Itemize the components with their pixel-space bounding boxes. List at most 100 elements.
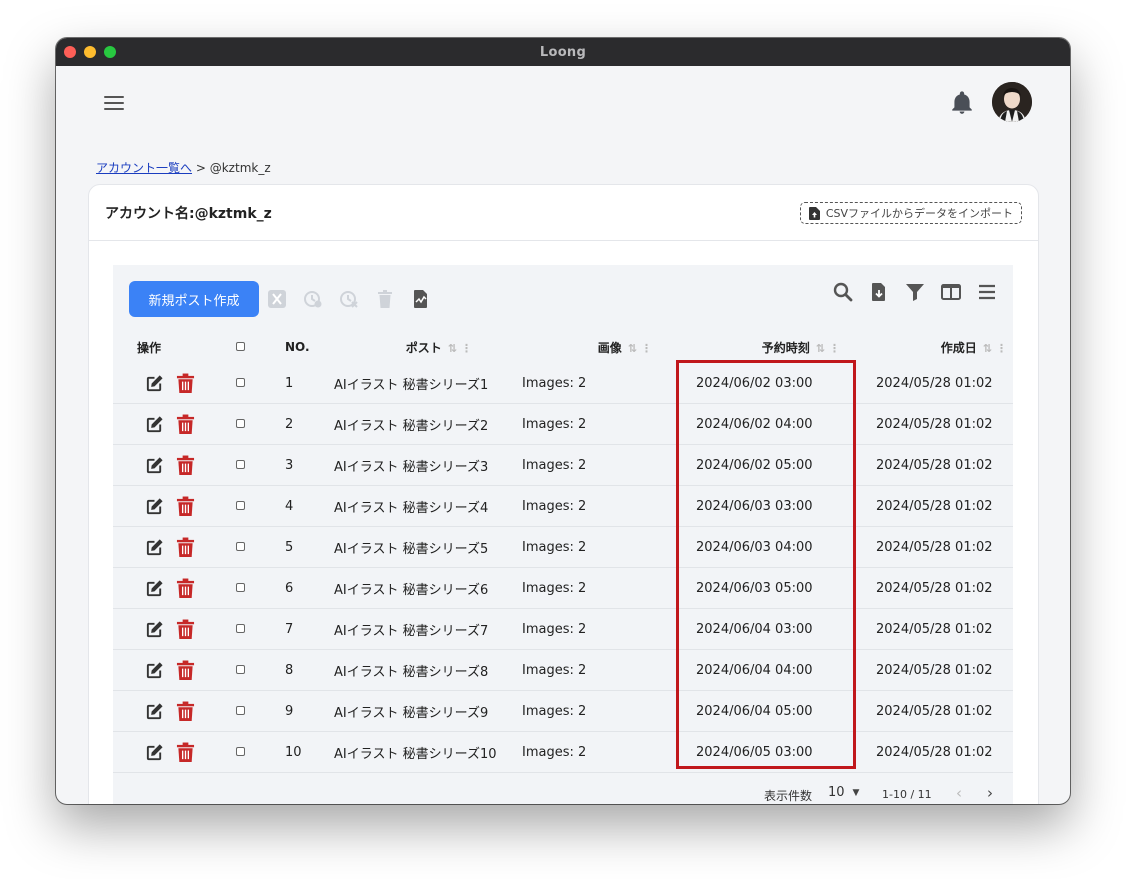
delete-icon[interactable] — [176, 578, 195, 599]
columns-icon[interactable] — [941, 282, 961, 302]
delete-icon[interactable] — [176, 660, 195, 681]
row-post: AIイラスト 秘書シリーズ6 — [326, 567, 512, 609]
table-row[interactable]: 3 AIイラスト 秘書シリーズ3 Images: 2 2024/06/02 05… — [113, 444, 1013, 486]
column-menu-icon[interactable]: ⋮ — [461, 342, 472, 355]
col-header-post[interactable]: ポスト ⇅ ⋮ — [326, 331, 512, 363]
row-image: Images: 2 — [512, 608, 672, 650]
row-checkbox[interactable] — [236, 705, 245, 715]
row-post: AIイラスト 秘書シリーズ8 — [326, 649, 512, 691]
row-post: AIイラスト 秘書シリーズ9 — [326, 690, 512, 732]
row-select-cell — [216, 731, 276, 773]
column-menu-icon[interactable]: ⋮ — [996, 342, 1007, 355]
delete-icon[interactable] — [176, 455, 195, 476]
table-row[interactable]: 7 AIイラスト 秘書シリーズ7 Images: 2 2024/06/04 03… — [113, 608, 1013, 650]
delete-icon[interactable] — [176, 496, 195, 517]
row-select-cell — [216, 485, 276, 527]
delete-icon[interactable] — [176, 701, 195, 722]
table-row[interactable]: 9 AIイラスト 秘書シリーズ9 Images: 2 2024/06/04 05… — [113, 690, 1013, 732]
row-checkbox[interactable] — [236, 418, 245, 428]
trash-icon[interactable] — [375, 289, 395, 309]
col-header-ops-label: 操作 — [137, 340, 162, 355]
breadcrumb-link-accounts[interactable]: アカウント一覧へ — [96, 161, 192, 175]
row-checkbox[interactable] — [236, 623, 245, 633]
menu-lines-icon[interactable] — [977, 282, 997, 302]
table-row[interactable]: 1 AIイラスト 秘書シリーズ1 Images: 2 2024/06/02 03… — [113, 363, 1013, 404]
table-row[interactable]: 5 AIイラスト 秘書シリーズ5 Images: 2 2024/06/03 04… — [113, 526, 1013, 568]
next-page-button[interactable]: › — [987, 784, 993, 802]
sort-icon[interactable]: ⇅ — [628, 342, 637, 355]
col-header-created[interactable]: 作成日 ⇅ ⋮ — [862, 331, 1013, 363]
delete-icon[interactable] — [176, 742, 195, 763]
edit-icon[interactable] — [145, 620, 164, 639]
edit-icon[interactable] — [145, 374, 164, 393]
rows-per-page-select[interactable]: 10 ▼ — [828, 785, 859, 800]
breadcrumb: アカウント一覧へ > @kztmk_z — [96, 159, 271, 176]
edit-icon[interactable] — [145, 497, 164, 516]
row-checkbox[interactable] — [236, 541, 245, 551]
new-post-button[interactable]: 新規ポスト作成 — [129, 281, 259, 317]
table-row[interactable]: 6 AIイラスト 秘書シリーズ6 Images: 2 2024/06/03 05… — [113, 567, 1013, 609]
col-header-no[interactable]: NO. — [276, 331, 326, 363]
row-checkbox[interactable] — [236, 664, 245, 674]
table-row[interactable]: 8 AIイラスト 秘書シリーズ8 Images: 2 2024/06/04 04… — [113, 649, 1013, 691]
file-chart-icon[interactable] — [411, 289, 431, 309]
account-title: アカウント名:@kztmk_z — [105, 205, 272, 222]
breadcrumb-current: @kztmk_z — [209, 161, 271, 175]
row-image: Images: 2 — [512, 567, 672, 609]
edit-icon[interactable] — [145, 579, 164, 598]
zoom-window-button[interactable] — [104, 46, 116, 58]
column-menu-icon[interactable]: ⋮ — [641, 342, 652, 355]
row-created: 2024/05/28 01:02 — [862, 526, 1013, 568]
clock-check-icon[interactable] — [303, 289, 323, 309]
column-menu-icon[interactable]: ⋮ — [829, 342, 840, 355]
delete-icon[interactable] — [176, 414, 195, 435]
bell-icon[interactable] — [949, 90, 975, 116]
row-checkbox[interactable] — [236, 582, 245, 592]
close-window-button[interactable] — [64, 46, 76, 58]
col-header-image-label: 画像 — [597, 340, 622, 355]
edit-icon[interactable] — [145, 743, 164, 762]
csv-import-button[interactable]: CSVファイルからデータをインポート — [799, 202, 1022, 224]
col-header-image[interactable]: 画像 ⇅ ⋮ — [512, 331, 672, 363]
x-logo-icon[interactable] — [267, 289, 287, 309]
edit-icon[interactable] — [145, 538, 164, 557]
edit-icon[interactable] — [145, 702, 164, 721]
row-actions-cell — [113, 567, 216, 609]
sort-icon[interactable]: ⇅ — [448, 342, 457, 355]
col-header-scheduled-label: 予約時刻 — [761, 340, 810, 355]
col-header-scheduled[interactable]: 予約時刻 ⇅ ⋮ — [672, 331, 862, 363]
edit-icon[interactable] — [145, 456, 164, 475]
edit-icon[interactable] — [145, 415, 164, 434]
prev-page-button[interactable]: ‹ — [956, 784, 962, 802]
delete-icon[interactable] — [176, 373, 195, 394]
clock-x-icon[interactable] — [339, 289, 359, 309]
hamburger-icon[interactable] — [104, 96, 124, 110]
select-all-checkbox[interactable] — [236, 342, 245, 351]
filter-icon[interactable] — [905, 282, 925, 302]
row-checkbox[interactable] — [236, 459, 245, 469]
row-created: 2024/05/28 01:02 — [862, 444, 1013, 486]
window-title: Loong — [539, 44, 587, 60]
delete-icon[interactable] — [176, 619, 195, 640]
search-icon[interactable] — [833, 282, 853, 302]
sort-icon[interactable]: ⇅ — [983, 342, 992, 355]
table-row[interactable]: 2 AIイラスト 秘書シリーズ2 Images: 2 2024/06/02 04… — [113, 403, 1013, 445]
row-checkbox[interactable] — [236, 377, 245, 387]
pagination-range: 1-10 / 11 — [882, 788, 932, 801]
row-created: 2024/05/28 01:02 — [862, 485, 1013, 527]
edit-icon[interactable] — [145, 661, 164, 680]
file-download-icon[interactable] — [869, 282, 889, 302]
caret-down-icon: ▼ — [852, 787, 860, 798]
table-row[interactable]: 4 AIイラスト 秘書シリーズ4 Images: 2 2024/06/03 03… — [113, 485, 1013, 527]
row-post: AIイラスト 秘書シリーズ1 — [326, 363, 512, 404]
sort-icon[interactable]: ⇅ — [816, 342, 825, 355]
delete-icon[interactable] — [176, 537, 195, 558]
row-select-cell — [216, 567, 276, 609]
avatar[interactable] — [992, 82, 1032, 122]
row-checkbox[interactable] — [236, 746, 245, 756]
minimize-window-button[interactable] — [84, 46, 96, 58]
row-checkbox[interactable] — [236, 500, 245, 510]
row-scheduled: 2024/06/03 05:00 — [672, 567, 862, 609]
table-row[interactable]: 10 AIイラスト 秘書シリーズ10 Images: 2 2024/06/05 … — [113, 731, 1013, 773]
row-image: Images: 2 — [512, 485, 672, 527]
